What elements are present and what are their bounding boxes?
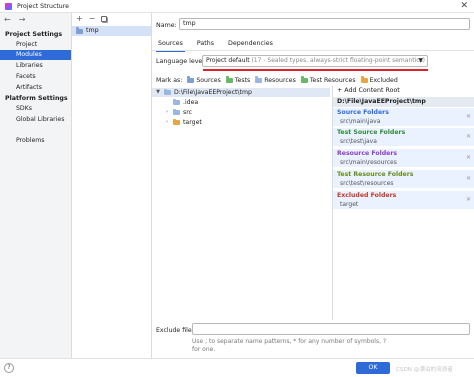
title-bar: Project Structure ✕ <box>0 0 474 13</box>
excluded-folder-icon <box>360 76 368 83</box>
expand-chevron-icon[interactable]: › <box>164 118 170 127</box>
intellij-app-icon <box>5 3 12 10</box>
language-level-label: Language level: <box>156 58 207 65</box>
module-settings-panel: Name: tmp Sources Paths Dependencies Lan… <box>152 13 474 358</box>
sidebar-item-project[interactable]: Project <box>0 40 71 50</box>
folder-icon <box>173 98 180 105</box>
source-folders-section: Source Folders src\main\java ✕ <box>333 108 474 127</box>
tree-row-label: .idea <box>183 99 199 106</box>
folder-path: src\main\java <box>340 118 381 125</box>
module-toolbar: + − <box>72 13 151 24</box>
watermark: CSDN @漂泊的流浪者 <box>396 367 453 373</box>
copy-module-icon[interactable] <box>101 15 108 22</box>
sidebar-nav: ← → <box>4 15 25 24</box>
module-list-panel: + − tmp <box>72 13 152 358</box>
resources-folder-icon <box>255 76 263 83</box>
add-module-icon[interactable]: + <box>76 14 83 23</box>
chevron-down-icon: ▼ <box>418 57 423 64</box>
mark-test-resources-button[interactable]: Test Resources <box>300 76 356 84</box>
folder-path: src\test\java <box>340 138 377 145</box>
tree-row-label: src <box>183 109 193 116</box>
excluded-folders-section: Excluded Folders target ✕ <box>333 191 474 210</box>
mark-resources-button[interactable]: Resources <box>255 76 296 84</box>
back-arrow-icon[interactable]: ← <box>4 15 11 24</box>
module-item-label: tmp <box>86 27 99 34</box>
folder-path: src\main\resources <box>340 159 397 166</box>
expand-chevron-icon[interactable]: › <box>164 108 170 117</box>
exclude-files-label: Exclude files: <box>156 327 197 334</box>
sidebar-item-libraries[interactable]: Libraries <box>0 61 71 71</box>
mark-sources-button[interactable]: Sources <box>187 76 221 84</box>
tree-row-root[interactable]: ▼ D:\File\JavaEEProject\tmp <box>152 88 330 97</box>
help-icon[interactable]: ? <box>4 363 14 373</box>
section-title: Test Source Folders <box>337 129 406 136</box>
resource-folders-section: Resource Folders src\main\resources ✕ <box>333 149 474 168</box>
name-label: Name: <box>156 22 177 29</box>
test-source-folders-section: Test Source Folders src\test\java ✕ <box>333 128 474 147</box>
remove-icon[interactable]: ✕ <box>466 133 471 140</box>
folder-icon <box>173 108 180 115</box>
language-level-value: Project default <box>206 57 250 64</box>
tree-row-idea[interactable]: .idea <box>152 98 198 107</box>
section-title: Excluded Folders <box>337 192 397 199</box>
section-title: Resource Folders <box>337 150 398 157</box>
mark-resources-label: Resources <box>264 76 296 84</box>
tree-row-target[interactable]: › target <box>152 118 202 127</box>
folder-path: target <box>340 201 359 208</box>
module-name-input[interactable]: tmp <box>179 18 470 30</box>
language-level-detail: (17 - Sealed types, always-strict floati… <box>251 57 426 64</box>
window-title: Project Structure <box>17 3 69 10</box>
remove-icon[interactable]: ✕ <box>466 154 471 161</box>
sidebar-item-facets[interactable]: Facets <box>0 72 71 82</box>
content-root-path: D:\File\JavaEEProject\tmp <box>333 97 474 107</box>
mark-sources-label: Sources <box>196 76 221 84</box>
tree-row-src[interactable]: › src <box>152 108 192 117</box>
module-item-tmp[interactable]: tmp <box>72 26 151 36</box>
mark-excluded-label: Excluded <box>369 76 398 84</box>
sidebar-item-modules[interactable]: Modules <box>0 50 71 60</box>
exclude-files-input[interactable] <box>192 323 470 335</box>
test-resource-folders-section: Test Resource Folders src\test\resources… <box>333 170 474 189</box>
tree-row-label: target <box>183 119 202 126</box>
folder-icon <box>164 88 171 95</box>
settings-sidebar: ← → Project Settings Project Modules Lib… <box>0 13 72 358</box>
test-resources-folder-icon <box>300 76 308 83</box>
tree-row-label: D:\File\JavaEEProject\tmp <box>174 89 252 96</box>
tests-folder-icon <box>225 76 233 83</box>
expand-chevron-icon[interactable]: ▼ <box>155 88 161 97</box>
sidebar-item-sdks[interactable]: SDKs <box>0 104 71 114</box>
tab-divider <box>152 50 474 51</box>
mark-test-resources-label: Test Resources <box>309 76 356 84</box>
remove-icon[interactable]: ✕ <box>466 196 471 203</box>
section-title: Source Folders <box>337 109 389 116</box>
sidebar-item-artifacts[interactable]: Artifacts <box>0 83 71 93</box>
close-icon[interactable]: ✕ <box>460 1 468 11</box>
sidebar-item-problems[interactable]: Problems <box>0 136 71 146</box>
remove-module-icon[interactable]: − <box>89 14 96 23</box>
mark-as-row: Mark as: Sources Tests Resources Test Re… <box>156 75 398 85</box>
red-annotation-underline <box>203 69 428 71</box>
mark-as-label: Mark as: <box>156 76 183 84</box>
remove-icon[interactable]: ✕ <box>466 113 471 120</box>
content-tree: ▼ D:\File\JavaEEProject\tmp .idea › src … <box>152 86 330 320</box>
language-level-dropdown[interactable]: Project default (17 - Sealed types, alwa… <box>202 55 428 67</box>
content-root-panel: + Add Content Root D:\File\JavaEEProject… <box>332 86 474 320</box>
dialog-footer: ? OK CSDN @漂泊的流浪者 <box>0 358 474 377</box>
forward-arrow-icon[interactable]: → <box>19 15 26 24</box>
sources-folder-icon <box>187 76 195 83</box>
module-folder-icon <box>76 27 83 34</box>
remove-icon[interactable]: ✕ <box>466 175 471 182</box>
add-content-root-button[interactable]: + Add Content Root <box>337 87 400 94</box>
mark-excluded-button[interactable]: Excluded <box>360 76 398 84</box>
mark-tests-label: Tests <box>234 76 251 84</box>
section-project-settings: Project Settings <box>5 31 63 38</box>
ok-button[interactable]: OK <box>356 362 390 374</box>
section-title: Test Resource Folders <box>337 171 414 178</box>
section-platform-settings: Platform Settings <box>5 95 68 102</box>
mark-tests-button[interactable]: Tests <box>225 76 251 84</box>
exclude-files-hint: Use ; to separate name patterns, * for a… <box>192 338 387 353</box>
folder-path: src\test\resources <box>340 180 394 187</box>
sidebar-item-global-libraries[interactable]: Global Libraries <box>0 115 71 125</box>
excluded-folder-icon <box>173 118 180 125</box>
